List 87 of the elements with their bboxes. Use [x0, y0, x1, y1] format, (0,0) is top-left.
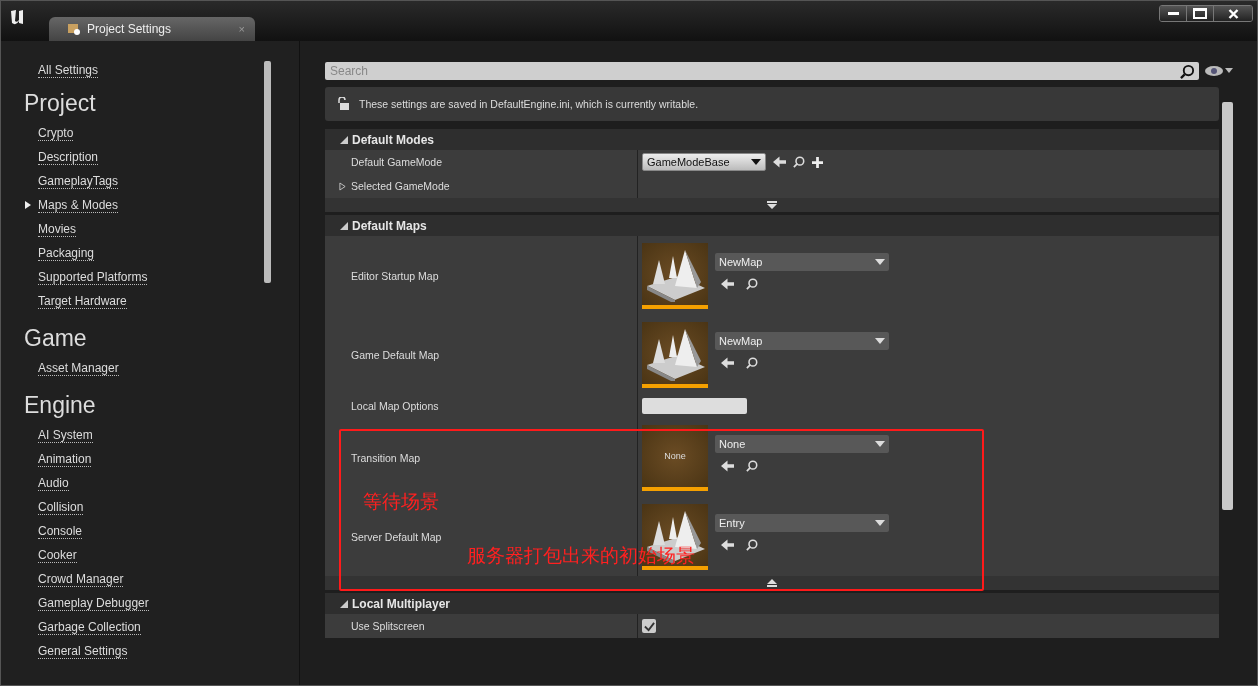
all-settings-link[interactable]: All Settings — [38, 63, 99, 78]
checkbox[interactable] — [642, 619, 656, 633]
unlocked-padlock-icon — [337, 97, 349, 111]
property-label: Server Default Map — [351, 530, 442, 543]
annotation-text: 等待场景 — [363, 490, 439, 514]
map-thumbnail[interactable] — [642, 321, 708, 388]
expanded-triangle-icon — [340, 135, 348, 144]
sidebar-link[interactable]: Animation — [38, 451, 92, 467]
settings-icon — [67, 22, 81, 36]
scrollbar[interactable] — [1222, 102, 1233, 510]
category-header[interactable]: Default Modes — [325, 129, 1219, 150]
property-label: Editor Startup Map — [351, 269, 439, 282]
tab-title: Project Settings — [87, 22, 173, 36]
sidebar-link[interactable]: Audio — [38, 475, 69, 491]
sidebar-link[interactable]: GameplayTags — [38, 173, 119, 189]
sidebar-link[interactable]: General Settings — [38, 643, 128, 659]
category-title: Local Multiplayer — [352, 596, 451, 611]
info-text: These settings are saved in DefaultEngine.ini, which is currently writable. — [359, 98, 699, 110]
search-icon[interactable] — [1180, 64, 1195, 79]
expanded-triangle-icon — [340, 599, 348, 608]
thumbnail-label: None — [664, 450, 686, 461]
expanded-triangle-icon — [340, 221, 348, 230]
dropdown-caret-icon — [875, 520, 885, 526]
sidebar-link[interactable]: Gameplay Debugger — [38, 595, 149, 611]
section-heading: Project — [24, 90, 97, 117]
maximize-button[interactable] — [1186, 6, 1213, 21]
search-icon[interactable] — [746, 357, 758, 369]
sidebar-link[interactable]: Maps & Modes — [38, 197, 119, 213]
dropdown-caret-icon — [875, 441, 885, 447]
property-label: Game Default Map — [351, 348, 440, 361]
project-settings-tab[interactable]: Project Settings × — [49, 17, 255, 41]
category-title: Default Modes — [352, 132, 434, 147]
property-label: Local Map Options — [351, 400, 439, 412]
advanced-toggle-bar[interactable] — [325, 576, 1219, 590]
sidebar-link[interactable]: Movies — [38, 221, 76, 237]
sidebar-link[interactable]: AI System — [38, 427, 93, 443]
property-label: Selected GameMode — [351, 180, 450, 192]
dropdown-caret-icon — [875, 338, 885, 344]
dropdown-caret-icon — [751, 159, 761, 165]
minimize-icon — [1167, 12, 1179, 15]
dropdown-caret-icon — [875, 259, 885, 265]
advanced-toggle-bar[interactable] — [325, 198, 1219, 212]
category-header[interactable]: Local Multiplayer — [325, 593, 1219, 614]
property-label: Default GameMode — [351, 156, 443, 168]
close-icon — [1227, 8, 1239, 19]
sidebar-link[interactable]: Description — [38, 149, 99, 165]
search-icon[interactable] — [793, 156, 805, 168]
back-arrow-icon[interactable] — [721, 278, 734, 290]
collapsed-triangle-icon[interactable] — [339, 181, 346, 191]
sidebar-link[interactable]: Target Hardware — [38, 293, 127, 309]
map-thumbnail[interactable] — [642, 242, 708, 309]
map-dropdown[interactable]: NewMap — [715, 332, 889, 350]
sidebar-link[interactable]: Collision — [38, 499, 84, 515]
sidebar-link[interactable]: Packaging — [38, 245, 95, 261]
back-arrow-icon[interactable] — [721, 539, 734, 551]
minimize-button[interactable] — [1160, 6, 1186, 21]
sidebar-link[interactable]: Crypto — [38, 125, 74, 141]
scrollbar[interactable] — [264, 61, 271, 283]
sidebar-link[interactable]: Cooker — [38, 547, 77, 563]
class-dropdown[interactable]: GameModeBase — [642, 153, 766, 171]
back-arrow-icon[interactable] — [773, 156, 786, 168]
plus-icon[interactable] — [812, 156, 823, 168]
search-icon[interactable] — [746, 460, 758, 472]
text-field[interactable] — [642, 398, 747, 414]
sidebar-link[interactable]: Garbage Collection — [38, 619, 141, 635]
search-field[interactable]: Search — [325, 62, 1199, 80]
sidebar-link[interactable]: Console — [38, 523, 83, 539]
close-button[interactable] — [1213, 6, 1252, 21]
property-label: Transition Map — [351, 451, 421, 464]
map-thumbnail[interactable]: None — [642, 424, 708, 491]
map-dropdown[interactable]: None — [715, 435, 889, 453]
section-heading: Game — [24, 325, 88, 352]
back-arrow-icon[interactable] — [721, 460, 734, 472]
section-heading: Engine — [24, 392, 97, 419]
back-arrow-icon[interactable] — [721, 357, 734, 369]
sidebar-link[interactable]: Asset Manager — [38, 360, 119, 376]
category-title: Default Maps — [352, 218, 427, 233]
search-icon[interactable] — [746, 539, 758, 551]
category-header[interactable]: Default Maps — [325, 215, 1219, 236]
search-icon[interactable] — [746, 278, 758, 290]
map-dropdown[interactable]: Entry — [715, 514, 889, 532]
sidebar-link[interactable]: Crowd Manager — [38, 571, 124, 587]
property-label: Use Splitscreen — [351, 620, 425, 632]
maximize-icon — [1193, 8, 1207, 19]
map-dropdown[interactable]: NewMap — [715, 253, 889, 271]
eye-icon[interactable] — [1205, 65, 1233, 77]
sidebar-link[interactable]: Supported Platforms — [38, 269, 148, 285]
